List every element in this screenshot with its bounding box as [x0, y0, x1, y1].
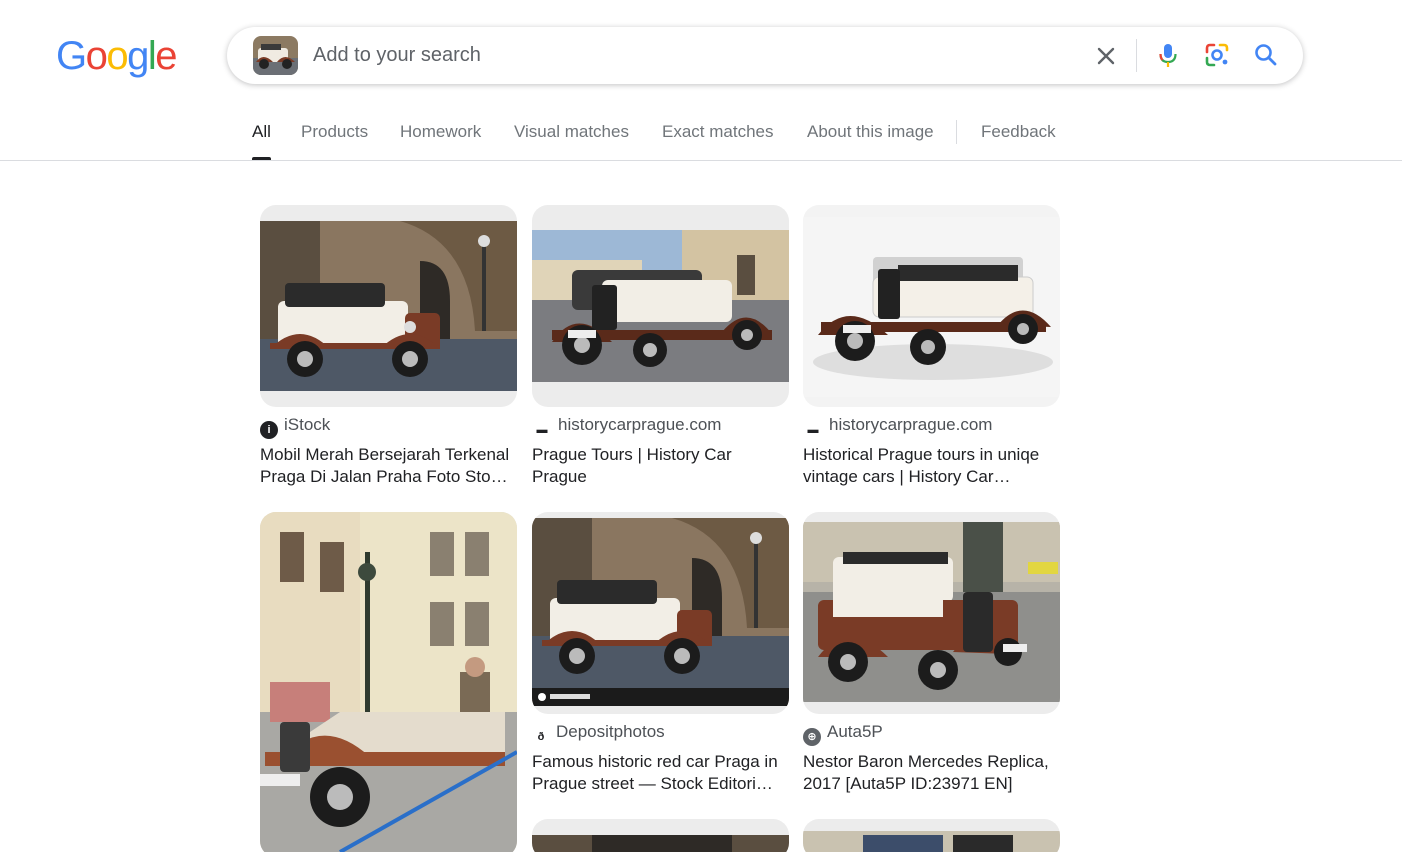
google-lens-icon[interactable] [1202, 40, 1232, 70]
tab-products[interactable]: Products [301, 122, 368, 160]
tab-visual-matches[interactable]: Visual matches [514, 122, 629, 160]
result-image[interactable] [532, 819, 789, 852]
search-box [227, 27, 1303, 84]
result-image[interactable] [260, 205, 517, 407]
result-title[interactable]: Prague Tours | History Car Prague [532, 444, 789, 488]
microphone-icon[interactable] [1153, 40, 1183, 70]
result-image[interactable] [803, 205, 1060, 407]
close-icon[interactable] [1091, 41, 1121, 71]
tab-homework[interactable]: Homework [400, 122, 481, 160]
result-source[interactable]: ð Depositphotos [532, 722, 665, 746]
result-source[interactable]: ⊕ Auta5P [803, 722, 883, 746]
depositphotos-icon: ð [537, 731, 545, 743]
result-source[interactable]: i iStock [260, 415, 330, 439]
istock-icon: i [260, 421, 278, 439]
logo-letter: o [106, 34, 128, 78]
car-favicon: ▬ [536, 424, 548, 436]
result-source[interactable]: ▬ historycarprague.com [803, 415, 993, 439]
result-title[interactable]: Historical Prague tours in uniqe vintage… [803, 444, 1060, 488]
tab-exact-matches[interactable]: Exact matches [662, 122, 774, 160]
search-divider [1136, 39, 1137, 72]
result-source-name: historycarprague.com [829, 415, 993, 434]
car-favicon: ▬ [807, 424, 819, 436]
search-image-thumbnail[interactable] [253, 36, 298, 75]
result-image[interactable] [803, 819, 1060, 852]
tab-about-this-image[interactable]: About this image [807, 122, 934, 160]
result-image[interactable] [803, 512, 1060, 714]
result-title[interactable]: Nestor Baron Mercedes Replica, 2017 [Aut… [803, 751, 1060, 795]
auta5p-icon: ⊕ [803, 728, 821, 746]
logo-letter: l [147, 34, 157, 78]
result-image[interactable] [532, 512, 789, 714]
result-title[interactable]: Famous historic red car Praga in Prague … [532, 751, 789, 795]
result-image[interactable] [260, 512, 517, 852]
logo-letter: o [85, 34, 108, 78]
tab-all[interactable]: All [252, 122, 271, 160]
search-input[interactable] [313, 41, 1073, 69]
result-source-name: Auta5P [827, 722, 883, 741]
result-source-name: iStock [284, 415, 331, 434]
search-tabs: All Products Homework Visual matches Exa… [0, 110, 1402, 161]
result-source-name: Depositphotos [556, 722, 665, 741]
tab-divider [956, 120, 957, 144]
search-icon[interactable] [1251, 40, 1281, 70]
logo-letter: g [127, 34, 149, 78]
result-image[interactable] [532, 205, 789, 407]
logo-letter: e [155, 34, 177, 78]
logo-letter: G [56, 34, 87, 78]
tab-feedback[interactable]: Feedback [981, 122, 1056, 160]
google-logo[interactable]: Google [56, 34, 177, 78]
result-source-name: historycarprague.com [558, 415, 722, 434]
result-title[interactable]: Mobil Merah Bersejarah Terkenal Praga Di… [260, 444, 517, 488]
result-source[interactable]: ▬ historycarprague.com [532, 415, 722, 439]
